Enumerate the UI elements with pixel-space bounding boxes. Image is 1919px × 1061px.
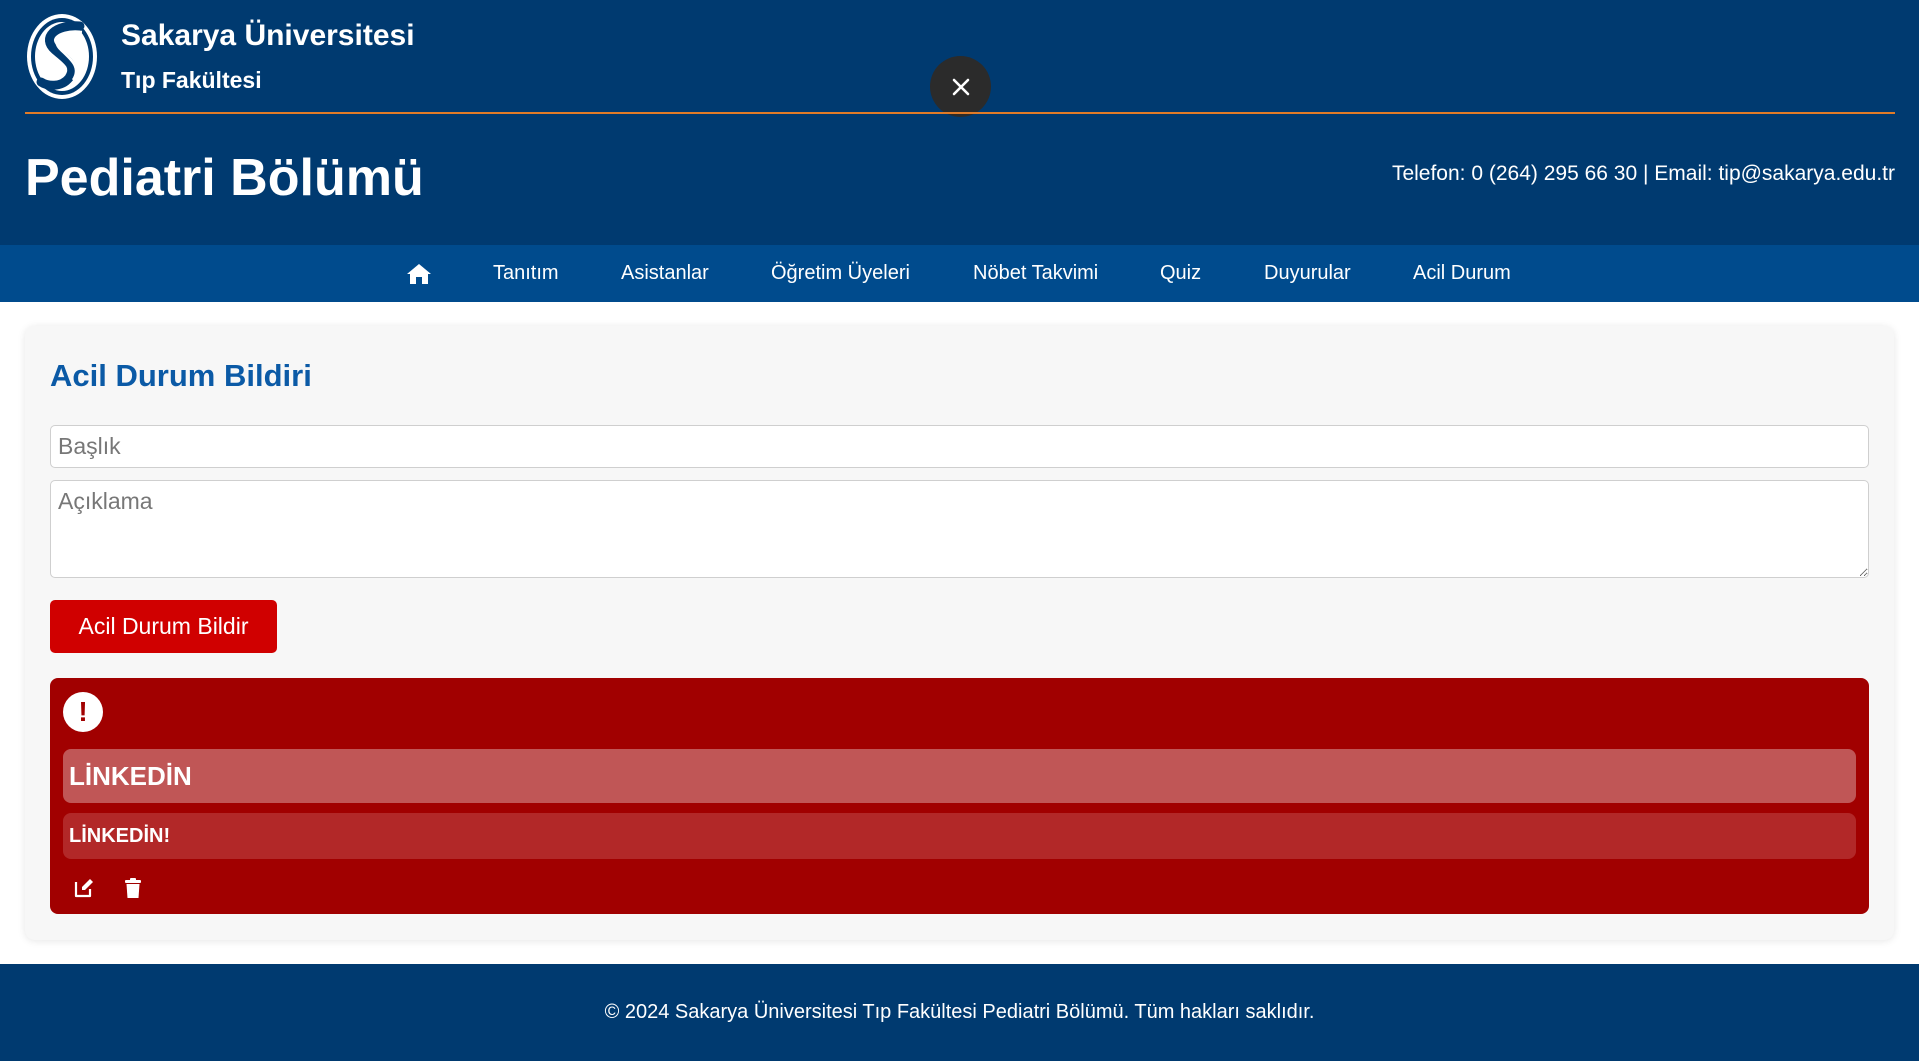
site-header: Sakarya Üniversitesi Tıp Fakültesi Pedia… [0,0,1919,245]
page-title: Pediatri Bölümü [25,149,424,207]
alert-title: LİNKEDİN [63,749,1856,803]
submit-emergency-button[interactable]: Acil Durum Bildir [50,600,277,653]
nav-item-asistanlar[interactable]: Asistanlar [621,245,709,302]
delete-button[interactable] [121,876,145,900]
contact-info: Telefon: 0 (264) 295 66 30 | Email: tip@… [1391,162,1895,185]
nav-item-acil-durum[interactable]: Acil Durum [1413,245,1511,302]
trash-icon [125,878,141,898]
emergency-card: Acil Durum Bildiri Acil Durum Bildir ! L… [25,326,1894,940]
faculty-name: Tıp Fakültesi [121,67,262,93]
edit-button[interactable] [72,876,96,900]
nav-item-ogretim-uyeleri[interactable]: Öğretim Üyeleri [771,245,910,302]
nav-item-home[interactable] [406,245,432,302]
nav-item-duyurular[interactable]: Duyurular [1264,245,1351,302]
emergency-alert-item: ! LİNKEDİN LİNKEDİN! [50,678,1869,914]
nav-item-nobet-takvimi[interactable]: Nöbet Takvimi [973,245,1098,302]
description-textarea[interactable] [50,480,1869,578]
edit-icon [74,879,93,898]
alert-description: LİNKEDİN! [63,813,1856,859]
close-button[interactable] [930,56,991,117]
university-name: Sakarya Üniversitesi [121,19,415,52]
header-divider [25,112,1895,114]
home-icon [407,263,431,284]
sakarya-logo-icon[interactable] [25,12,99,101]
form-title: Acil Durum Bildiri [50,358,312,393]
nav-item-tanitim[interactable]: Tanıtım [493,245,559,302]
site-footer: © 2024 Sakarya Üniversitesi Tıp Fakültes… [0,964,1919,1061]
footer-copyright: © 2024 Sakarya Üniversitesi Tıp Fakültes… [604,1001,1315,1023]
close-icon [952,78,969,95]
title-input[interactable] [50,425,1869,468]
main-nav: Tanıtım Asistanlar Öğretim Üyeleri Nöbet… [0,245,1919,302]
exclamation-icon: ! [63,692,103,732]
nav-item-quiz[interactable]: Quiz [1160,245,1201,302]
